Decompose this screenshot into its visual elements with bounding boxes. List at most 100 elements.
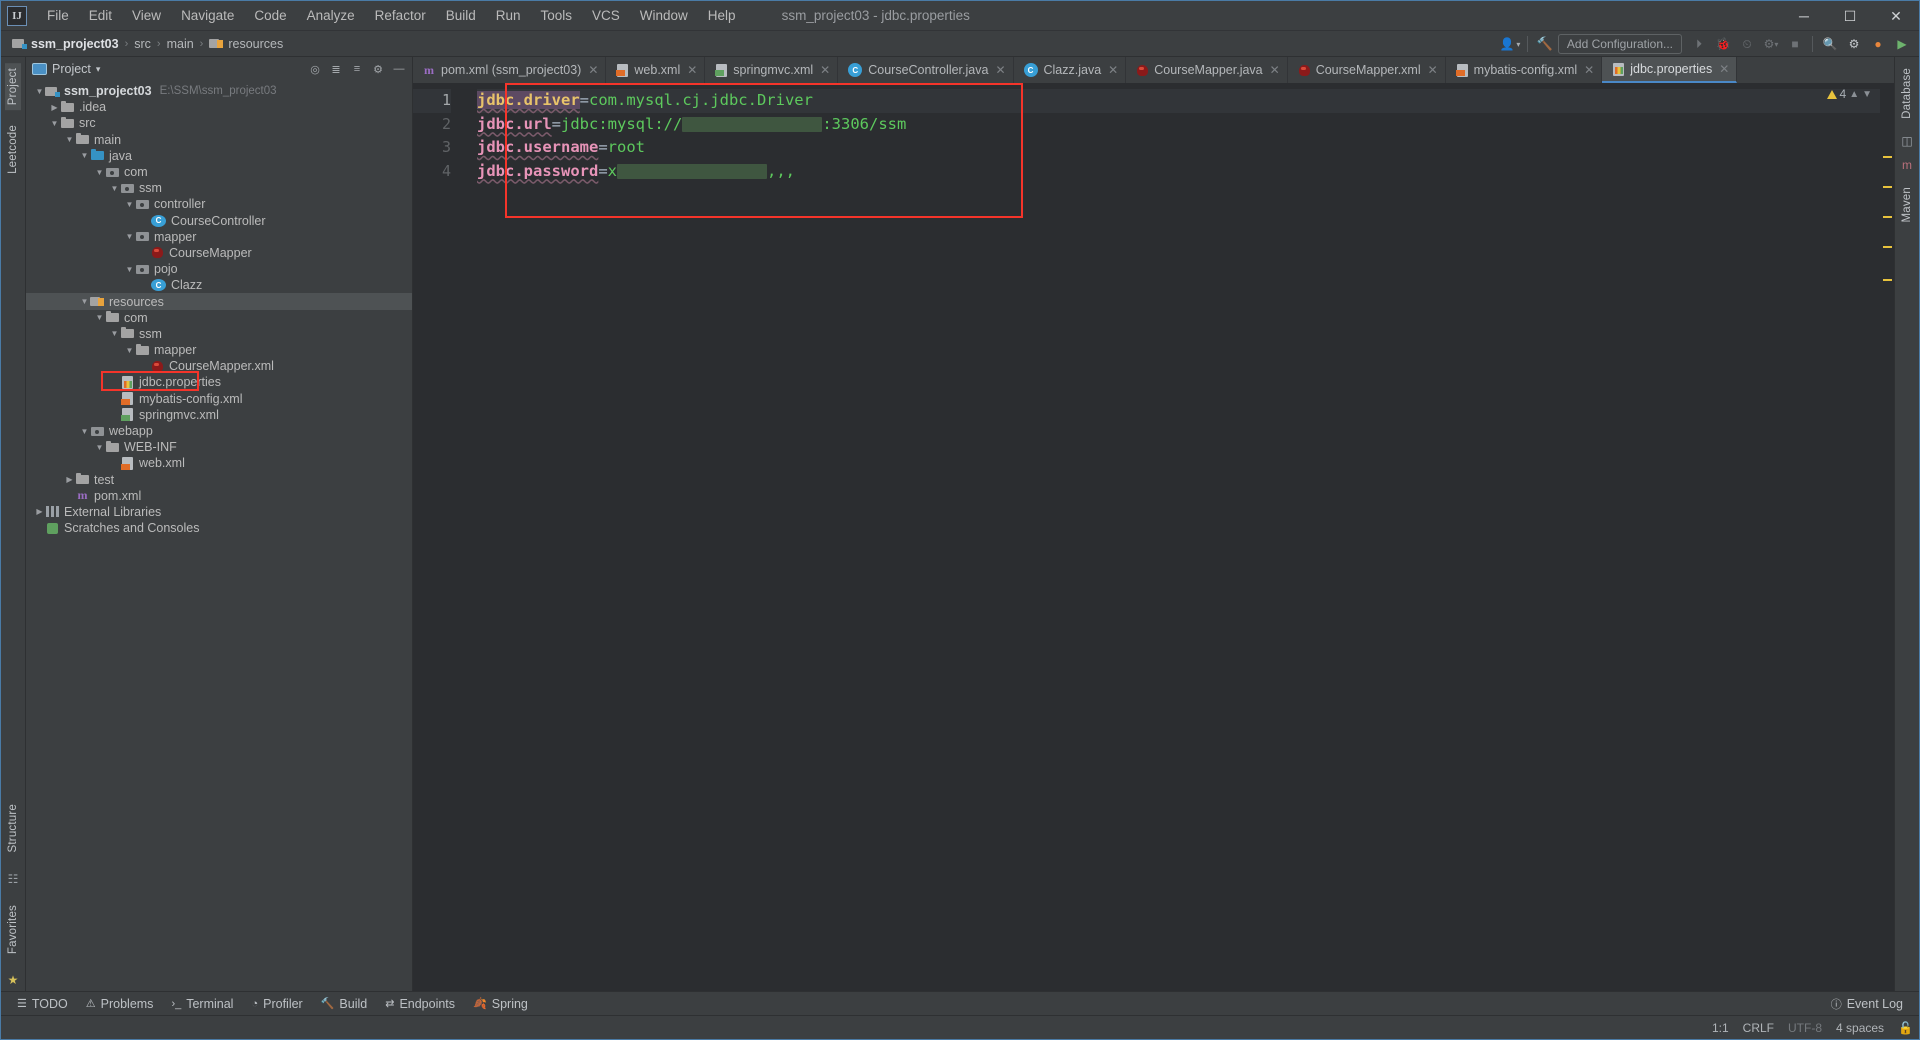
tree-node-ssm[interactable]: ▼ ssm [26, 326, 412, 342]
file-encoding[interactable]: UTF-8 [1788, 1021, 1822, 1035]
git-update-icon[interactable]: ● [1867, 33, 1889, 55]
editor-tab-coursemapper-java[interactable]: CourseMapper.java ✕ [1126, 57, 1288, 83]
chevron-right-icon[interactable]: ▶ [64, 475, 75, 484]
close-icon[interactable]: ✕ [820, 63, 830, 77]
menu-tools[interactable]: Tools [531, 5, 583, 26]
menu-vcs[interactable]: VCS [582, 5, 630, 26]
indent-setting[interactable]: 4 spaces [1836, 1021, 1884, 1035]
chevron-down-icon[interactable]: ▼ [49, 119, 60, 128]
bottom-tab-problems[interactable]: ⚠ Problems [78, 995, 162, 1013]
tree-node-com[interactable]: ▼ com [26, 310, 412, 326]
bottom-tab-build[interactable]: 🔨 Build [313, 995, 376, 1013]
menu-help[interactable]: Help [698, 5, 746, 26]
code-line[interactable]: jdbc.username=root [477, 136, 1880, 160]
minimize-button[interactable]: ─ [1781, 1, 1827, 31]
close-icon[interactable]: ✕ [1270, 63, 1280, 77]
close-icon[interactable]: ✕ [687, 63, 697, 77]
tree-node-pom-xml[interactable]: m pom.xml [26, 488, 412, 504]
menu-code[interactable]: Code [244, 5, 296, 26]
breadcrumb-src[interactable]: src [129, 35, 156, 53]
close-icon[interactable]: ✕ [1108, 63, 1118, 77]
tree-node-main[interactable]: ▼ main [26, 132, 412, 148]
tree-node-mapper[interactable]: ▼ mapper [26, 342, 412, 358]
chevron-down-icon[interactable]: ▼ [34, 87, 45, 96]
sidebar-item-project[interactable]: Project [5, 63, 21, 111]
build-hammer-icon[interactable]: 🔨 [1534, 33, 1556, 55]
chevron-down-icon[interactable]: ▼ [94, 168, 105, 177]
debug-icon[interactable]: 🐞 [1712, 33, 1734, 55]
stop-icon[interactable]: ■ [1784, 33, 1806, 55]
menu-build[interactable]: Build [436, 5, 486, 26]
bottom-tab-spring[interactable]: 🍂 Spring [465, 995, 536, 1013]
menu-view[interactable]: View [122, 5, 171, 26]
tree-node-mybatis-config-xml[interactable]: mybatis-config.xml [26, 391, 412, 407]
chevron-down-icon[interactable]: ▼ [79, 427, 90, 436]
chevron-down-icon[interactable]: ▼ [124, 200, 135, 209]
breadcrumb-main[interactable]: main [162, 35, 199, 53]
profiler-icon[interactable]: ⚙ ▾ [1760, 33, 1782, 55]
close-icon[interactable]: ✕ [1428, 63, 1438, 77]
tree-node-ssm[interactable]: ▼ ssm [26, 180, 412, 196]
tree-node-controller[interactable]: ▼ controller [26, 196, 412, 212]
code-line[interactable]: jdbc.driver=com.mysql.cj.jdbc.Driver [477, 89, 1880, 113]
settings-gear-icon[interactable]: ⚙ [369, 60, 387, 78]
chevron-down-icon[interactable]: ▾ [96, 64, 101, 75]
tree-node-src[interactable]: ▼ src [26, 115, 412, 131]
close-icon[interactable]: ✕ [588, 63, 598, 77]
error-stripe-markers[interactable] [1880, 83, 1894, 991]
menu-edit[interactable]: Edit [79, 5, 122, 26]
tree-node-clazz[interactable]: C Clazz [26, 277, 412, 293]
editor-tab-pom-xml-ssm-project03-[interactable]: m pom.xml (ssm_project03) ✕ [413, 57, 607, 83]
menu-window[interactable]: Window [630, 5, 698, 26]
editor-tab-mybatis-config-xml[interactable]: mybatis-config.xml ✕ [1446, 57, 1603, 83]
sidebar-item-leetcode[interactable]: Leetcode [5, 120, 21, 179]
hide-panel-icon[interactable]: — [390, 60, 408, 78]
close-icon[interactable]: ✕ [1584, 63, 1594, 77]
tree-node-ssm-project03[interactable]: ▼ ssm_project03 E:\SSM\ssm_project03 [26, 83, 412, 99]
locate-icon[interactable]: ◎ [306, 60, 324, 78]
bottom-tab-profiler[interactable]: ◔ Profiler [243, 995, 310, 1013]
chevron-down-icon[interactable]: ▼ [124, 232, 135, 241]
read-only-lock-icon[interactable]: 🔓 [1898, 1021, 1913, 1035]
chevron-down-icon[interactable]: ▼ [1862, 89, 1872, 100]
expand-all-icon[interactable]: ≣ [327, 60, 345, 78]
chevron-down-icon[interactable]: ▼ [94, 313, 105, 322]
sidebar-item-favorites[interactable]: Favorites [5, 900, 21, 959]
chevron-down-icon[interactable]: ▼ [124, 265, 135, 274]
menu-navigate[interactable]: Navigate [171, 5, 244, 26]
tree-node-test[interactable]: ▶ test [26, 472, 412, 488]
tree-node-resources[interactable]: ▼ resources [26, 293, 412, 310]
editor-tab-bar[interactable]: m pom.xml (ssm_project03) ✕ web.xml ✕ springm… [413, 57, 1894, 83]
chevron-down-icon[interactable]: ▼ [109, 184, 120, 193]
run-icon[interactable]: ⏵ [1688, 33, 1710, 55]
tree-node-webapp[interactable]: ▼ webapp [26, 423, 412, 439]
menu-analyze[interactable]: Analyze [297, 5, 365, 26]
close-icon[interactable]: ✕ [995, 63, 1005, 77]
project-panel-title[interactable]: Project ▾ [32, 62, 100, 76]
sidebar-item-maven[interactable]: Maven [1899, 182, 1915, 228]
tree-node-pojo[interactable]: ▼ pojo [26, 261, 412, 277]
tree-node-springmvc-xml[interactable]: springmvc.xml [26, 407, 412, 423]
collapse-all-icon[interactable]: ≡ [348, 60, 366, 78]
add-configuration-button[interactable]: Add Configuration... [1557, 34, 1682, 54]
line-separator[interactable]: CRLF [1743, 1021, 1774, 1035]
chevron-right-icon[interactable]: ▶ [34, 507, 45, 516]
chevron-down-icon[interactable]: ▼ [79, 151, 90, 160]
chevron-right-icon[interactable]: ▶ [49, 103, 60, 112]
editor-tab-coursecontroller-java[interactable]: C CourseController.java ✕ [838, 57, 1014, 83]
editor-tab-coursemapper-xml[interactable]: CourseMapper.xml ✕ [1288, 57, 1446, 83]
tree-node-jdbc-properties[interactable]: jdbc.properties [26, 374, 412, 390]
editor-tab-springmvc-xml[interactable]: springmvc.xml ✕ [705, 57, 839, 83]
tree-node-external-libraries[interactable]: ▶ External Libraries [26, 504, 412, 520]
maximize-button[interactable]: ☐ [1827, 1, 1873, 31]
chevron-down-icon[interactable]: ▼ [109, 329, 120, 338]
search-icon[interactable]: 🔍 [1819, 33, 1841, 55]
caret-position[interactable]: 1:1 [1712, 1021, 1729, 1035]
tree-node-com[interactable]: ▼ com [26, 164, 412, 180]
tree-node--idea[interactable]: ▶ .idea [26, 99, 412, 115]
tree-node-web-inf[interactable]: ▼ WEB-INF [26, 439, 412, 455]
breadcrumb-resources[interactable]: resources [204, 34, 288, 53]
menu-file[interactable]: File [37, 5, 79, 26]
breadcrumb-module[interactable]: ssm_project03 [7, 34, 124, 53]
event-log-button[interactable]: ⓘ Event Log [1823, 994, 1911, 1014]
